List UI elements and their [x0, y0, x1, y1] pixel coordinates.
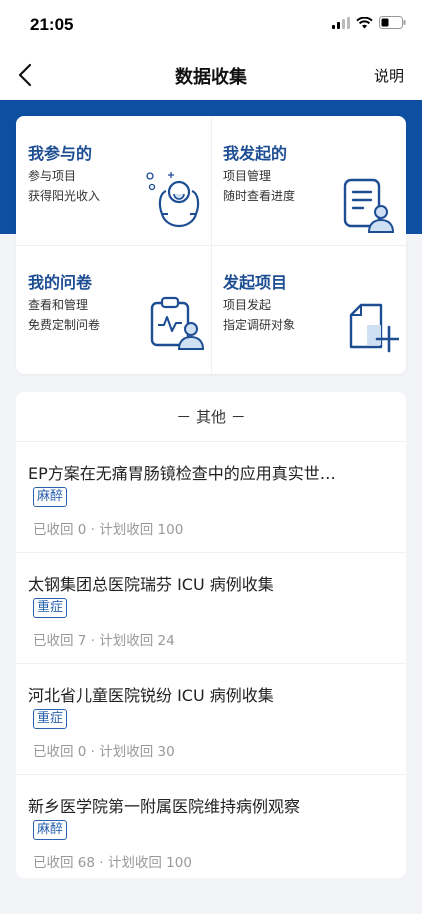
tile-title: 我的问卷 [28, 273, 93, 292]
tile-subtitle: 指定调研对象 [223, 318, 296, 332]
project-item[interactable]: EP方案在无痛胃肠镜检查中的应用真实世… 麻醉 已收回 0 · 计划收回 100 [16, 442, 406, 553]
sunshine-person-icon [146, 172, 200, 228]
status-time: 21:05 [30, 15, 74, 34]
tile-title: 发起项目 [223, 273, 288, 292]
signal-icon [332, 16, 350, 29]
project-item[interactable]: 新乡医学院第一附属医院维持病例观察 麻醉 已收回 68 · 计划收回 100 [16, 775, 406, 878]
project-stats: 已收回 68 · 计划收回 100 [33, 855, 192, 871]
project-title: 新乡医学院第一附属医院维持病例观察 [28, 797, 301, 816]
tile-subtitle: 免费定制问卷 [28, 318, 101, 332]
project-stats: 已收回 0 · 计划收回 100 [33, 522, 184, 538]
status-icons [332, 16, 406, 29]
status-bar: 21:05 [0, 0, 422, 50]
tile-my-questionnaires[interactable]: 我的问卷 查看和管理 免费定制问卷 [16, 245, 211, 374]
project-stats: 已收回 7 · 计划收回 24 [33, 633, 175, 649]
section-header: － 其他 － [16, 392, 406, 442]
tile-subtitle: 获得阳光收入 [28, 189, 101, 203]
nav-bar: 数据收集 说明 [0, 50, 422, 100]
tile-title: 我参与的 [28, 144, 93, 163]
tile-subtitle: 项目管理 [223, 169, 272, 183]
page-title: 数据收集 [175, 67, 247, 88]
tile-title: 我发起的 [223, 144, 288, 163]
tile-subtitle: 查看和管理 [28, 298, 89, 312]
project-tag: 麻醉 [33, 820, 68, 840]
feature-grid: 我参与的 参与项目 获得阳光收入 我发起的 项目管理 随时查看进度 我的问卷 查… [16, 116, 406, 374]
document-person-icon [343, 178, 395, 233]
project-tag: 重症 [33, 598, 68, 618]
project-item[interactable]: 太钢集团总医院瑞芬 ICU 病例收集 重症 已收回 7 · 计划收回 24 [16, 553, 406, 664]
project-tag: 重症 [33, 709, 68, 729]
tile-subtitle: 项目发起 [223, 298, 272, 312]
tile-subtitle: 参与项目 [28, 169, 77, 183]
project-title: EP方案在无痛胃肠镜检查中的应用真实世… [28, 464, 336, 483]
help-button[interactable]: 说明 [374, 65, 404, 86]
tile-start-project[interactable]: 发起项目 项目发起 指定调研对象 [211, 245, 406, 374]
tile-initiated[interactable]: 我发起的 项目管理 随时查看进度 [211, 116, 406, 245]
tile-subtitle: 随时查看进度 [223, 189, 296, 203]
project-item[interactable]: 河北省儿童医院锐纷 ICU 病例收集 重症 已收回 0 · 计划收回 30 [16, 664, 406, 775]
battery-icon [379, 16, 406, 29]
project-tag: 麻醉 [33, 487, 68, 507]
tile-participated[interactable]: 我参与的 参与项目 获得阳光收入 [16, 116, 211, 245]
wifi-icon [356, 16, 373, 28]
others-section: － 其他 － EP方案在无痛胃肠镜检查中的应用真实世… 麻醉 已收回 0 · 计… [16, 392, 406, 878]
new-file-plus-icon [349, 303, 399, 353]
project-title: 太钢集团总医院瑞芬 ICU 病例收集 [28, 575, 274, 594]
project-stats: 已收回 0 · 计划收回 30 [33, 744, 175, 760]
clipboard-person-icon [150, 296, 205, 350]
project-title: 河北省儿童医院锐纷 ICU 病例收集 [28, 686, 274, 705]
